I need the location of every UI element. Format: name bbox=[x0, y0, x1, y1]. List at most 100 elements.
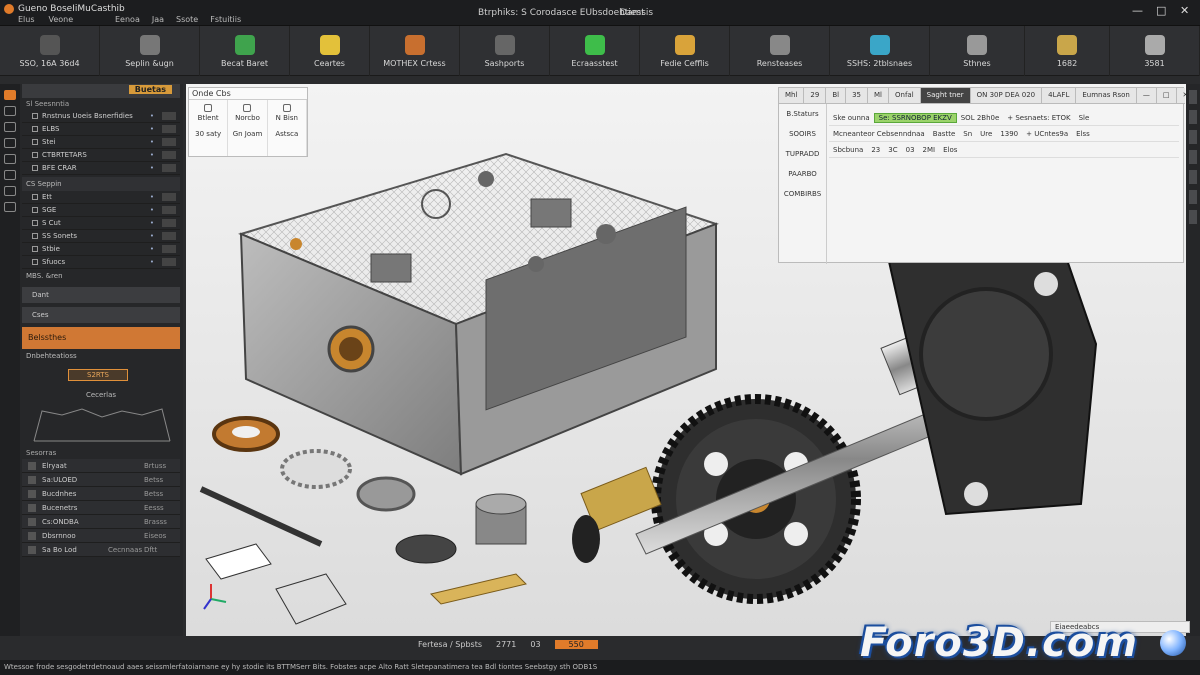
layers-icon[interactable] bbox=[1189, 110, 1197, 124]
group-header[interactable]: CS Seppin bbox=[22, 177, 180, 191]
properties-side-item[interactable]: PAARBO bbox=[779, 164, 826, 184]
tree-item-dant[interactable]: Dant bbox=[22, 287, 180, 303]
menu-item[interactable]: Jaa bbox=[152, 15, 164, 24]
properties-side-item[interactable]: SOOIRS bbox=[779, 124, 826, 144]
tree-item-cses[interactable]: Cses bbox=[22, 307, 180, 323]
tree-item[interactable]: Ett • bbox=[22, 191, 180, 204]
checkbox[interactable] bbox=[32, 165, 38, 171]
checkbox[interactable] bbox=[32, 194, 38, 200]
maximize-button[interactable]: □ bbox=[1156, 4, 1166, 17]
ribbon-button[interactable]: Sthnes bbox=[930, 26, 1025, 76]
visibility-icon[interactable]: • bbox=[142, 232, 162, 240]
options-icon[interactable] bbox=[162, 112, 176, 120]
light-icon[interactable] bbox=[1189, 150, 1197, 164]
tree-item[interactable]: Sfuocs • bbox=[22, 256, 180, 269]
filter-icon[interactable] bbox=[1189, 190, 1197, 204]
visibility-icon[interactable]: • bbox=[142, 151, 162, 159]
options-icon[interactable] bbox=[162, 245, 176, 253]
home-icon[interactable] bbox=[4, 90, 16, 100]
footer-row[interactable]: Sa Bo Lod Cecnnaas Dftt bbox=[22, 543, 180, 557]
properties-tab[interactable]: 29 bbox=[804, 88, 827, 103]
tree-item[interactable]: Rnstnus Uoeis Bsnerfidies • bbox=[22, 110, 180, 123]
options-icon[interactable] bbox=[162, 219, 176, 227]
visibility-icon[interactable]: • bbox=[142, 219, 162, 227]
ribbon-button[interactable]: SSO, 16A 36d4 bbox=[0, 26, 100, 76]
tree-item[interactable]: S Cut • bbox=[22, 217, 180, 230]
sketch-icon[interactable] bbox=[4, 122, 16, 132]
menu-item[interactable]: Elus bbox=[18, 15, 35, 24]
checkbox[interactable] bbox=[32, 207, 38, 213]
properties-tab[interactable]: — bbox=[1137, 88, 1157, 103]
checkbox[interactable] bbox=[32, 126, 38, 132]
tree-item[interactable]: SGE • bbox=[22, 204, 180, 217]
visibility-icon[interactable]: • bbox=[142, 164, 162, 172]
properties-tab[interactable]: □ bbox=[1157, 88, 1177, 103]
options-icon[interactable] bbox=[162, 164, 176, 172]
checkbox[interactable] bbox=[32, 259, 38, 265]
housing-part[interactable] bbox=[238, 152, 719, 476]
ribbon-button[interactable]: 3581 bbox=[1110, 26, 1200, 76]
checkbox[interactable] bbox=[32, 113, 38, 119]
ribbon-button[interactable]: Ceartes bbox=[290, 26, 370, 76]
checkbox[interactable] bbox=[32, 233, 38, 239]
minimize-button[interactable]: — bbox=[1132, 4, 1143, 17]
options-icon[interactable] bbox=[162, 232, 176, 240]
options-icon[interactable] bbox=[162, 193, 176, 201]
properties-tab[interactable]: Saght tner bbox=[920, 88, 971, 103]
ribbon-button[interactable]: Seplin &ugn bbox=[100, 26, 200, 76]
tree-item[interactable]: Stei • bbox=[22, 136, 180, 149]
list-item[interactable]: Elryaat Brtuss bbox=[22, 459, 180, 473]
options-icon[interactable] bbox=[162, 138, 176, 146]
visibility-icon[interactable]: • bbox=[142, 138, 162, 146]
visibility-icon[interactable]: • bbox=[142, 193, 162, 201]
checkbox[interactable] bbox=[32, 220, 38, 226]
3d-viewport[interactable]: Onde Cbs Btlent 30 saty Norcbo Gn Joam N Bis… bbox=[186, 84, 1186, 636]
list-item[interactable]: Cs:ONDBA Brasss bbox=[22, 515, 180, 529]
visibility-icon[interactable]: • bbox=[142, 245, 162, 253]
tree-item[interactable]: ELBS • bbox=[22, 123, 180, 136]
visibility-icon[interactable]: • bbox=[142, 258, 162, 266]
visibility-icon[interactable]: • bbox=[142, 125, 162, 133]
active-item-bar[interactable]: Belssthes bbox=[22, 327, 180, 349]
render-icon[interactable] bbox=[4, 170, 16, 180]
panel-tag[interactable]: Buetas bbox=[128, 85, 172, 94]
menu-item[interactable]: Ssote bbox=[176, 15, 198, 24]
view-option[interactable]: N Bisn Astsca bbox=[268, 100, 307, 156]
visibility-icon[interactable]: • bbox=[142, 112, 162, 120]
list-item[interactable]: Bucdnhes Betss bbox=[22, 487, 180, 501]
properties-tab[interactable]: ON 30P DEA 020 bbox=[971, 88, 1043, 103]
options-icon[interactable] bbox=[162, 151, 176, 159]
ribbon-button[interactable]: Ecraasstest bbox=[550, 26, 640, 76]
ribbon-button[interactable]: SSHS: 2tblsnaes bbox=[830, 26, 930, 76]
ribbon-button[interactable]: Fedie Cefflis bbox=[640, 26, 730, 76]
ribbon-button[interactable]: Becat Baret bbox=[200, 26, 290, 76]
properties-side-item[interactable]: COMBIRBS bbox=[779, 184, 826, 204]
measure-icon[interactable] bbox=[4, 154, 16, 164]
material-icon[interactable] bbox=[1189, 170, 1197, 184]
list-item[interactable]: Bucenetrs Eesss bbox=[22, 501, 180, 515]
list-item[interactable]: Sa:ULOED Betss bbox=[22, 473, 180, 487]
settings-icon[interactable] bbox=[1189, 210, 1197, 224]
ribbon-button[interactable]: Rensteases bbox=[730, 26, 830, 76]
tree-item[interactable]: BFE CRAR • bbox=[22, 162, 180, 175]
properties-side-item[interactable]: TUPRADD bbox=[779, 144, 826, 164]
properties-tab[interactable]: Ml bbox=[868, 88, 889, 103]
ribbon-button[interactable]: Sashports bbox=[460, 26, 550, 76]
visibility-icon[interactable]: • bbox=[142, 206, 162, 214]
properties-side-item[interactable]: B.Staturs bbox=[779, 104, 826, 124]
options-icon[interactable] bbox=[162, 206, 176, 214]
properties-tab[interactable]: 35 bbox=[846, 88, 869, 103]
status-badge[interactable]: 550 bbox=[554, 640, 598, 649]
value-box[interactable]: S2RTS bbox=[68, 369, 128, 381]
list-item[interactable]: Dbsrnnoo Eiseos bbox=[22, 529, 180, 543]
menu-item[interactable]: Fstuitiis bbox=[210, 15, 241, 24]
assembly-icon[interactable] bbox=[4, 138, 16, 148]
checkbox[interactable] bbox=[32, 152, 38, 158]
checkbox[interactable] bbox=[32, 139, 38, 145]
view-option[interactable]: Norcbo Gn Joam bbox=[228, 100, 268, 156]
properties-tab[interactable]: Onfal bbox=[889, 88, 921, 103]
settings-icon[interactable] bbox=[4, 186, 16, 196]
ribbon-button[interactable]: MOTHEX Crtess bbox=[370, 26, 460, 76]
close-button[interactable]: ✕ bbox=[1180, 4, 1189, 17]
menu-item[interactable]: Eenoa bbox=[115, 15, 140, 24]
